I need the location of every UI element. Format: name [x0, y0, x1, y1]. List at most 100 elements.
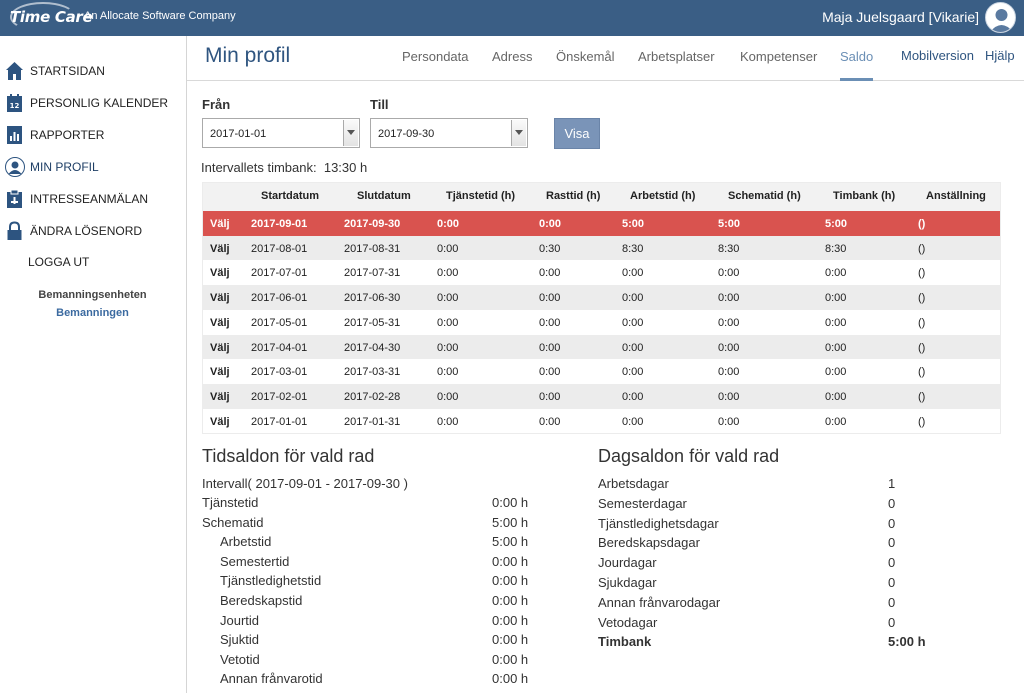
time-balance-label: Schematid [202, 514, 264, 530]
to-label: Till [370, 97, 389, 112]
interval-timbank: Intervallets timbank: 13:30 h [201, 160, 367, 175]
table-row[interactable]: Välj 2017-07-01 2017-07-31 0:00 0:00 0:00 0:00… [203, 260, 1000, 285]
select-row-link[interactable]: Välj [210, 317, 230, 329]
select-row-link[interactable]: Välj [210, 391, 230, 403]
visa-button[interactable]: Visa [554, 118, 600, 149]
day-balance-value: 0 [888, 535, 896, 551]
table-cell: 0:00 [539, 218, 562, 230]
table-cell: 2017-02-28 [344, 390, 401, 403]
table-cell: 0:00 [539, 316, 561, 329]
time-balance-value: 0:00 h [492, 651, 529, 667]
table-row[interactable]: Välj 2017-02-01 2017-02-28 0:00 0:00 0:00 0:00… [203, 383, 1000, 409]
table-cell: () [918, 316, 926, 329]
table-cell: 2017-06-30 [344, 292, 401, 305]
table-cell: () [918, 341, 926, 354]
from-date-select[interactable]: 2017-01-01 [202, 118, 360, 148]
time-balance-value: 0:00 h [492, 671, 529, 687]
timecare-logo[interactable]: Time Care [10, 2, 93, 32]
tab-adress[interactable]: Adress [492, 49, 532, 64]
table-row[interactable]: Välj 2017-04-01 2017-04-30 0:00 0:00 0:00 0:00… [203, 334, 1000, 360]
select-row-link[interactable]: Välj [210, 218, 230, 230]
sidebar-item-personlig-kalender[interactable]: 12 Personlig kalender [0, 88, 186, 118]
tab-onskemal[interactable]: Önskemål [556, 49, 615, 64]
day-balance-label: Jourdagar [598, 555, 657, 571]
column-header: Arbetstid (h) [630, 190, 696, 202]
day-balance-value: 0 [888, 594, 896, 610]
tab-persondata[interactable]: Persondata [402, 49, 469, 64]
select-row-link[interactable]: Välj [210, 292, 230, 304]
time-balance-label: Vetotid [220, 651, 260, 667]
active-tab-indicator [840, 78, 873, 81]
lock-icon [7, 221, 22, 240]
day-balance-title: Dagsaldon för vald rad [598, 446, 780, 466]
table-cell: 0:00 [539, 292, 561, 305]
select-row-link[interactable]: Välj [210, 243, 230, 255]
table-cell: 2017-01-31 [344, 415, 401, 428]
sidebar-item-rapporter[interactable]: Rapporter [0, 120, 186, 150]
table-cell: 2017-09-30 [344, 218, 401, 230]
table-cell: 0:00 [622, 292, 644, 305]
column-header: Timbank (h) [833, 190, 896, 202]
sidebar-item-andra-losenord[interactable]: Ändra lösenord [0, 216, 186, 246]
logout-link[interactable]: LOGGA UT [28, 255, 89, 269]
table-row[interactable]: Välj 2017-01-01 2017-01-31 0:00 0:00 0:00 0:00… [203, 409, 1000, 434]
user-name[interactable]: Maja Juelsgaard [Vikarie] [822, 9, 979, 25]
table-cell: 0:00 [718, 267, 740, 280]
select-row-link[interactable]: Välj [210, 267, 230, 279]
select-row-link[interactable]: Välj [210, 416, 230, 428]
interval-label: Intervallets timbank: [201, 160, 317, 175]
time-balance-value: 0:00 h [492, 612, 529, 628]
interest-icon [7, 189, 22, 208]
table-cell: 2017-09-01 [251, 218, 308, 230]
tab-saldo[interactable]: Saldo [840, 49, 873, 64]
table-cell: 0:00 [622, 366, 644, 379]
table-cell: 8:30 [622, 242, 644, 255]
sidebar-item-intresseanmalan[interactable]: Intresseanmälan [0, 184, 186, 214]
mobile-version-link[interactable]: Mobilversion [901, 48, 974, 63]
tab-arbetsplatser[interactable]: Arbetsplatser [638, 49, 715, 64]
column-header: Slutdatum [357, 190, 411, 202]
table-cell: 0:00 [825, 366, 847, 379]
select-row-link[interactable]: Välj [210, 366, 230, 378]
day-balance-value: 0 [888, 515, 896, 531]
table-row[interactable]: Välj 2017-03-01 2017-03-31 0:00 0:00 0:00 0:00… [203, 359, 1000, 384]
table-cell: 5:00 [622, 218, 645, 230]
table-cell: () [918, 242, 926, 255]
time-balance-label: Beredskapstid [220, 593, 303, 608]
select-row-link[interactable]: Välj [210, 342, 230, 354]
table-row[interactable]: Välj 2017-09-01 2017-09-30 0:00 0:00 5:00 5:00… [203, 211, 1000, 236]
table-cell: 0:00 [825, 267, 847, 280]
table-cell: 5:00 [825, 218, 848, 230]
logo-swoosh-icon [10, 2, 76, 32]
table-row[interactable]: Välj 2017-05-01 2017-05-31 0:00 0:00 0:00 0:00… [203, 310, 1000, 335]
avatar[interactable] [985, 2, 1016, 33]
time-balance-value: 5:00 h [492, 514, 529, 530]
time-balance-interval: Intervall( 2017-09-01 - 2017-09-30 ) [202, 476, 408, 491]
table-cell: 0:00 [437, 415, 459, 428]
sidebar: Startsidan 12 Personlig kalender Rapport… [0, 36, 187, 693]
table-cell: 8:30 [825, 242, 847, 255]
day-balance-label: Timbank [598, 634, 652, 650]
table-header: Startdatum Slutdatum Tjänstetid (h) Rast… [203, 183, 1000, 211]
tab-kompetenser[interactable]: Kompetenser [740, 49, 817, 64]
sidebar-item-min-profil[interactable]: Min profil [0, 152, 186, 182]
table-cell: 0:00 [437, 390, 459, 403]
table-cell: 0:00 [539, 267, 561, 280]
table-cell: 0:30 [539, 242, 561, 255]
to-date-select[interactable]: 2017-09-30 [370, 118, 528, 148]
sidebar-item-startsidan[interactable]: Startsidan [0, 56, 186, 86]
day-balance-value: 0 [888, 555, 896, 571]
table-cell: 0:00 [437, 366, 459, 379]
table-cell: 0:00 [622, 341, 644, 354]
table-row[interactable]: Välj 2017-06-01 2017-06-30 0:00 0:00 0:00 0:00… [203, 285, 1000, 310]
table-cell: 0:00 [718, 316, 740, 329]
table-cell: 2017-05-31 [344, 316, 401, 329]
day-balance-label: Tjänstledighetsdagar [598, 515, 719, 531]
table-cell: 8:30 [718, 242, 740, 255]
time-balance-label: Jourtid [220, 612, 260, 628]
unit-name-link[interactable]: Bemanningen [0, 307, 185, 319]
table-cell: 2017-02-01 [251, 390, 308, 403]
help-link[interactable]: Hjälp [985, 48, 1015, 63]
table-row[interactable]: Välj 2017-08-01 2017-08-31 0:00 0:30 8:30 8:30… [203, 235, 1000, 261]
day-balance-label: Semesterdagar [598, 495, 687, 511]
